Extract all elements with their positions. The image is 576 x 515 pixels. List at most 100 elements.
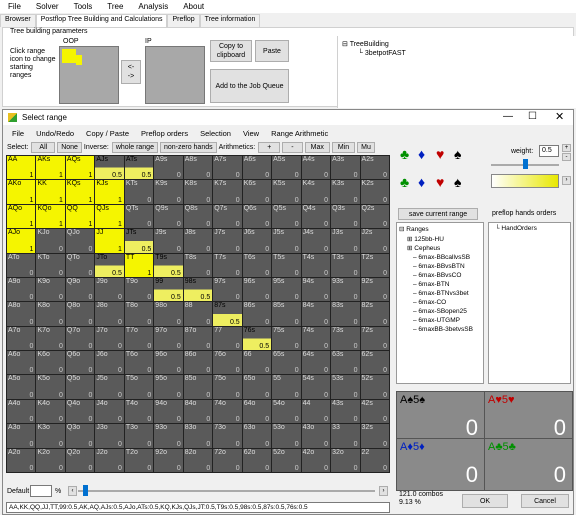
combo-box-clubs[interactable]: A♣5♣ 0 (484, 438, 573, 491)
hand-cell[interactable]: T3s 0 (331, 253, 360, 277)
hand-cell[interactable]: K3o 0 (36, 424, 65, 448)
hand-cell[interactable]: A6o 0 (7, 351, 36, 375)
maximize-icon[interactable]: ☐ (528, 111, 537, 122)
range-item[interactable]: – 6max-BTNvs3bet (413, 290, 469, 297)
hand-cell[interactable]: 99 0.5 (154, 277, 183, 302)
range-item[interactable]: – 6max-UTGMP (413, 317, 460, 324)
hand-cell[interactable]: 54s 0 (301, 375, 331, 399)
menu-tree[interactable]: Tree (107, 2, 123, 11)
select-all-button[interactable]: All (31, 141, 56, 153)
tab-preflop[interactable]: Preflop (167, 14, 200, 27)
hand-cell[interactable]: A6s 0 (242, 156, 272, 180)
hand-cell[interactable]: A5o 0 (7, 375, 36, 399)
cancel-button[interactable]: Cancel (521, 494, 569, 508)
hand-cell[interactable]: 65o 0 (242, 375, 272, 399)
hand-cell[interactable]: 66 0 (242, 351, 272, 375)
hand-cell[interactable]: K6s 0 (242, 180, 272, 204)
hand-cell[interactable]: Q4s 0 (301, 204, 331, 229)
hand-cell[interactable]: 72o 0 (213, 448, 242, 472)
hand-cell[interactable]: J8o 0 (95, 302, 124, 326)
hand-cell[interactable]: 53s 0 (331, 375, 360, 399)
hand-cell[interactable]: J6s 0 (242, 229, 272, 253)
hand-cell[interactable]: AA 1 (7, 156, 36, 180)
hand-cell[interactable]: 44 0 (301, 399, 331, 424)
hand-cell[interactable]: Q9o 0 (65, 277, 95, 302)
hand-cell[interactable]: 83o 0 (183, 424, 213, 448)
hand-cell[interactable]: A4s 0 (301, 156, 331, 180)
hand-cell[interactable]: T5s 0 (272, 253, 301, 277)
weight-down-button[interactable]: - (562, 153, 571, 161)
dlg-menu-copy-paste[interactable]: Copy / Paste (86, 129, 129, 138)
hand-cell[interactable]: K5s 0 (272, 180, 301, 204)
spade-suit-icon-2[interactable]: ♠ (454, 174, 461, 190)
hand-cell[interactable]: 94o 0 (154, 399, 183, 424)
minimize-icon[interactable]: — (503, 111, 513, 122)
hand-cell[interactable]: A3o 0 (7, 424, 36, 448)
hand-cell[interactable]: K9o 0 (36, 277, 65, 302)
combo-box-spades[interactable]: A♠5♠ 0 (396, 391, 485, 444)
hand-cell[interactable]: J7s 0 (213, 229, 242, 253)
hand-cell[interactable]: T8o 0 (124, 302, 154, 326)
range-item[interactable]: – 6max-BBvsCO (413, 272, 461, 279)
hand-cell[interactable]: Q8o 0 (65, 302, 95, 326)
hand-cell[interactable]: 77 0 (213, 326, 242, 351)
hand-cell[interactable]: J5o 0 (95, 375, 124, 399)
hand-cell[interactable]: 95o 0 (154, 375, 183, 399)
hand-cell[interactable]: 92s 0 (360, 277, 389, 302)
hand-cell[interactable]: J3s 0 (331, 229, 360, 253)
hand-cell[interactable]: Q5o 0 (65, 375, 95, 399)
hand-cell[interactable]: T2s 0 (360, 253, 389, 277)
arith-mu-button[interactable]: Mu (357, 141, 375, 153)
hand-cell[interactable]: T8s 0 (183, 253, 213, 277)
add-to-job-queue-button[interactable]: Add to the Job Queue (210, 69, 289, 103)
hand-cell[interactable]: AQs 1 (65, 156, 95, 180)
arith-plus-button[interactable]: + (258, 141, 281, 153)
hand-cell[interactable]: A7s 0 (213, 156, 242, 180)
range-item[interactable]: ⊞ Cepheus (407, 244, 440, 252)
hand-cell[interactable]: 75s 0 (272, 326, 301, 351)
hand-cell[interactable]: 94s 0 (301, 277, 331, 302)
hand-cell[interactable]: J4s 0 (301, 229, 331, 253)
hand-cell[interactable]: 87s 0.5 (213, 302, 242, 326)
arith-min-button[interactable]: Min (331, 141, 356, 153)
hand-cell[interactable]: 22 0 (360, 448, 389, 472)
hand-cell[interactable]: A8s 0 (183, 156, 213, 180)
hand-cell[interactable]: T9o 0 (124, 277, 154, 302)
hand-cell[interactable]: 62o 0 (242, 448, 272, 472)
hand-cell[interactable]: T7s 0 (213, 253, 242, 277)
hand-cell[interactable]: ATs 0.5 (124, 156, 154, 180)
close-icon[interactable]: ✕ (555, 110, 564, 123)
slider-right-button[interactable]: › (379, 486, 388, 496)
hand-cell[interactable]: 72s 0 (360, 326, 389, 351)
hand-cell[interactable]: 43o 0 (301, 424, 331, 448)
hand-cell[interactable]: 82o 0 (183, 448, 213, 472)
hand-cell[interactable]: J9o 0 (95, 277, 124, 302)
hand-cell[interactable]: 84s 0 (301, 302, 331, 326)
hand-cell[interactable]: T7o 0 (124, 326, 154, 351)
hand-cell[interactable]: 42s 0 (360, 399, 389, 424)
hand-cell[interactable]: T5o 0 (124, 375, 154, 399)
hand-cell[interactable]: AKo 1 (7, 180, 36, 204)
hand-cell[interactable]: T4s 0 (301, 253, 331, 277)
hand-cell[interactable]: K3s 0 (331, 180, 360, 204)
hand-cell[interactable]: J7o 0 (95, 326, 124, 351)
hand-cell[interactable]: 52o 0 (272, 448, 301, 472)
club-suit-icon-2[interactable]: ♣ (400, 174, 409, 190)
hand-cell[interactable]: 64o 0 (242, 399, 272, 424)
hand-cell[interactable]: Q7o 0 (65, 326, 95, 351)
hand-cell[interactable]: 74s 0 (301, 326, 331, 351)
hand-cell[interactable]: Q6o 0 (65, 351, 95, 375)
hand-cell[interactable]: T9s 0.5 (154, 253, 183, 277)
hand-cell[interactable]: KQs 1 (65, 180, 95, 204)
hand-cell[interactable]: 73o 0 (213, 424, 242, 448)
hand-cell[interactable]: A7o 0 (7, 326, 36, 351)
hand-cell[interactable]: K6o 0 (36, 351, 65, 375)
hand-cell[interactable]: KTo 0 (36, 253, 65, 277)
hand-cell[interactable]: 63s 0 (331, 351, 360, 375)
hand-cell[interactable]: 86o 0 (183, 351, 213, 375)
hand-cell[interactable]: AJo 1 (7, 229, 36, 253)
hand-cell[interactable]: 87o 0 (183, 326, 213, 351)
hand-cell[interactable]: 32s 0 (360, 424, 389, 448)
ok-button[interactable]: OK (462, 494, 508, 508)
range-item[interactable]: – 6max-BTN (413, 281, 449, 288)
